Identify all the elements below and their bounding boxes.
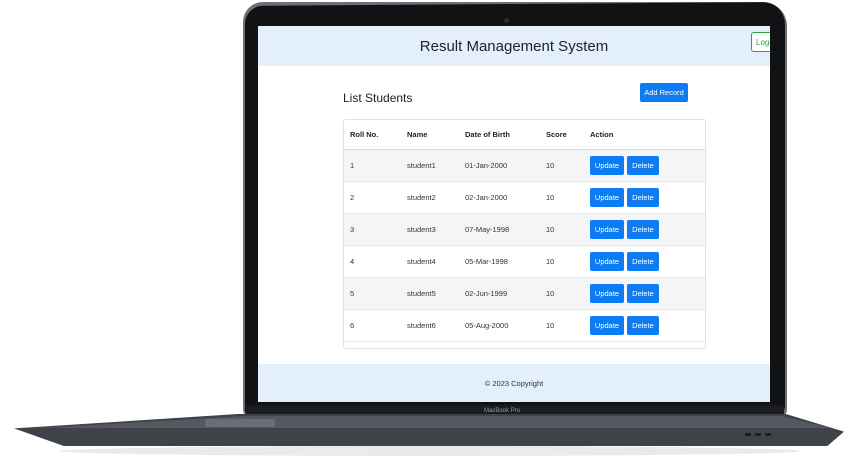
laptop-base-top [40, 416, 830, 428]
column-header-dob: Date of Birth [465, 130, 510, 139]
delete-button[interactable]: Delete [627, 284, 659, 303]
table-row: 5 student5 02-Jun-1999 10 Update Delete [344, 278, 705, 310]
table-row: 4 student4 05-Mar-1998 10 Update Delete [344, 246, 705, 278]
add-record-button[interactable]: Add Record [640, 83, 688, 102]
trackpad [205, 419, 275, 427]
laptop-shadow [60, 446, 800, 456]
cell-roll: 5 [350, 289, 355, 298]
table-row: 3 student3 07-May-1998 10 Update Delete [344, 214, 705, 246]
cell-roll: 2 [350, 193, 355, 202]
app-footer: © 2023 Copyright [258, 364, 770, 402]
delete-button[interactable]: Delete [627, 316, 659, 335]
cell-dob: 01-Jan-2000 [465, 161, 508, 170]
table-row: 1 student1 01-Jan-2000 10 Update Delete [344, 150, 705, 182]
cell-score: 10 [546, 321, 555, 330]
cell-roll: 1 [350, 161, 355, 170]
cell-name: student2 [407, 193, 436, 202]
delete-button[interactable]: Delete [627, 220, 659, 239]
delete-button[interactable]: Delete [627, 252, 659, 271]
update-button[interactable]: Update [590, 156, 624, 175]
cell-dob: 05-Mar-1998 [465, 257, 508, 266]
column-header-name: Name [407, 130, 428, 139]
column-header-action: Action [590, 130, 614, 139]
cell-name: student3 [407, 225, 436, 234]
cell-score: 10 [546, 225, 555, 234]
cell-score: 10 [546, 161, 555, 170]
cell-roll: 3 [350, 225, 355, 234]
update-button[interactable]: Update [590, 252, 624, 271]
cell-dob: 07-May-1998 [465, 225, 510, 234]
cell-roll: 6 [350, 321, 355, 330]
cell-name: student1 [407, 161, 436, 170]
cell-roll: 4 [350, 257, 355, 266]
copyright-text: © 2023 Copyright [484, 379, 544, 388]
cell-name: student6 [407, 321, 436, 330]
app-title: Result Management System [419, 38, 609, 55]
usb-port-icon [755, 433, 761, 436]
usb-port-icon [765, 433, 771, 436]
camera-icon [504, 18, 509, 23]
cell-name: student5 [407, 289, 436, 298]
column-header-roll: Roll No. [350, 130, 379, 139]
device-brand-label: MacBook Pro [484, 408, 521, 414]
cell-score: 10 [546, 193, 555, 202]
app-screen: Result Management System Logo List Stude… [258, 26, 770, 402]
delete-button[interactable]: Delete [627, 156, 659, 175]
cell-name: student4 [407, 257, 436, 266]
cell-score: 10 [546, 257, 555, 266]
cell-dob: 02-Jan-2000 [465, 193, 508, 202]
page-title: List Students [343, 91, 413, 105]
update-button[interactable]: Update [590, 284, 624, 303]
cell-dob: 02-Jun-1999 [465, 289, 508, 298]
logout-button[interactable]: Logo [751, 32, 770, 52]
usb-port-icon [745, 433, 751, 436]
table-header: Roll No. Name Date of Birth Score Action [344, 120, 705, 150]
app-header: Result Management System [258, 26, 770, 66]
delete-button[interactable]: Delete [627, 188, 659, 207]
cell-dob: 05-Aug-2000 [465, 321, 509, 330]
table-row: 2 student2 02-Jan-2000 10 Update Delete [344, 182, 705, 214]
update-button[interactable]: Update [590, 220, 624, 239]
students-table: Roll No. Name Date of Birth Score Action… [343, 119, 706, 349]
update-button[interactable]: Update [590, 316, 624, 335]
update-button[interactable]: Update [590, 188, 624, 207]
column-header-score: Score [546, 130, 567, 139]
table-row: 6 student6 05-Aug-2000 10 Update Delete [344, 310, 705, 342]
cell-score: 10 [546, 289, 555, 298]
